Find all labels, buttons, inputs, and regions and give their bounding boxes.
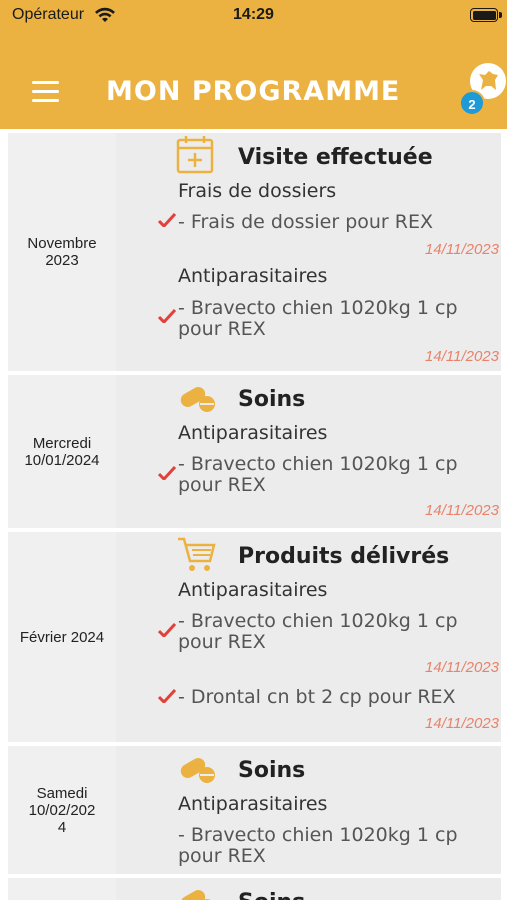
card-date: Mercredi 10/01/2024 <box>24 434 100 469</box>
category-label: Antiparasitaires <box>178 422 328 444</box>
check-icon <box>158 623 176 637</box>
item-line: - Frais de dossier pour REX <box>178 211 434 233</box>
card-date: Février 2024 <box>19 628 105 646</box>
pills-icon <box>180 758 215 783</box>
pills-icon <box>180 387 215 412</box>
program-card[interactable]: Soins <box>8 878 501 900</box>
program-card[interactable]: Février 2024 Produits délivrés Antiparas… <box>8 532 501 742</box>
category-label: Antiparasitaires <box>178 579 328 601</box>
status-bar: Opérateur 14:29 <box>0 0 507 32</box>
card-content: Soins Antiparasitaires - Bravecto chien … <box>116 746 501 874</box>
item-date: 14/11/2023 <box>425 715 499 732</box>
cart-icon <box>178 537 216 571</box>
item-line: - Drontal cn bt 2 cp pour REX <box>178 686 456 708</box>
card-date <box>8 878 116 900</box>
item-date: 14/11/2023 <box>425 502 499 519</box>
check-icon <box>158 466 176 480</box>
item-line: - Bravecto chien 1020kg 1 cp <box>178 453 458 475</box>
card-date-line: 10/02/202 <box>28 801 96 819</box>
app-header: Opérateur 14:29 MON PROGRAMME 2 <box>0 0 507 129</box>
item-line: pour REX <box>178 845 266 867</box>
notification-badge[interactable]: 2 <box>459 90 485 116</box>
category-label: Antiparasitaires <box>178 265 328 287</box>
item-line: pour REX <box>178 318 266 340</box>
item-line: pour REX <box>178 474 266 496</box>
card-date: Novembre 2023 <box>27 235 97 269</box>
card-content: Soins <box>116 878 501 900</box>
card-date-line: Samedi <box>36 784 88 802</box>
card-type-title: Soins <box>238 890 305 900</box>
item-date: 14/11/2023 <box>425 659 499 676</box>
card-type-title: Soins <box>238 387 306 412</box>
item-line: - Bravecto chien 1020kg 1 cp <box>178 297 458 319</box>
card-date-line: 4 <box>57 818 67 836</box>
card-type-title: Produits délivrés <box>238 544 450 569</box>
check-icon <box>158 309 176 323</box>
calendar-plus-icon <box>176 136 214 174</box>
item-line: - Bravecto chien 1020kg 1 cp <box>178 610 458 632</box>
item-date: 14/11/2023 <box>425 348 499 365</box>
card-content: Produits délivrés Antiparasitaires - Bra… <box>116 532 501 742</box>
card-type-title: Visite effectuée <box>238 145 433 170</box>
hamburger-menu-icon[interactable] <box>32 81 59 103</box>
program-card[interactable]: Novembre 2023 Visite effectuée Frais de … <box>8 133 501 371</box>
item-line: - Bravecto chien 1020kg 1 cp <box>178 824 458 846</box>
category-label: Antiparasitaires <box>178 793 328 815</box>
program-list[interactable]: Novembre 2023 Visite effectuée Frais de … <box>0 129 507 900</box>
check-icon <box>158 689 176 703</box>
pills-icon <box>180 890 211 900</box>
card-content: Soins Antiparasitaires - Bravecto chien … <box>116 375 501 528</box>
item-date: 14/11/2023 <box>425 241 499 258</box>
program-card[interactable]: Samedi 10/02/202 4 Soins Antiparasitaire… <box>8 746 501 874</box>
page-title: MON PROGRAMME <box>106 76 401 107</box>
card-type-title: Soins <box>238 758 306 783</box>
clock-time: 14:29 <box>233 6 274 23</box>
card-date: Samedi 10/02/202 4 <box>8 746 116 874</box>
category-label: Frais de dossiers <box>178 180 337 202</box>
item-line: pour REX <box>178 631 266 653</box>
program-card[interactable]: Mercredi 10/01/2024 Soins Antiparasitair… <box>8 375 501 528</box>
battery-icon <box>470 8 502 22</box>
card-content: Visite effectuée Frais de dossiers - Fra… <box>116 133 501 371</box>
check-icon <box>158 213 176 227</box>
